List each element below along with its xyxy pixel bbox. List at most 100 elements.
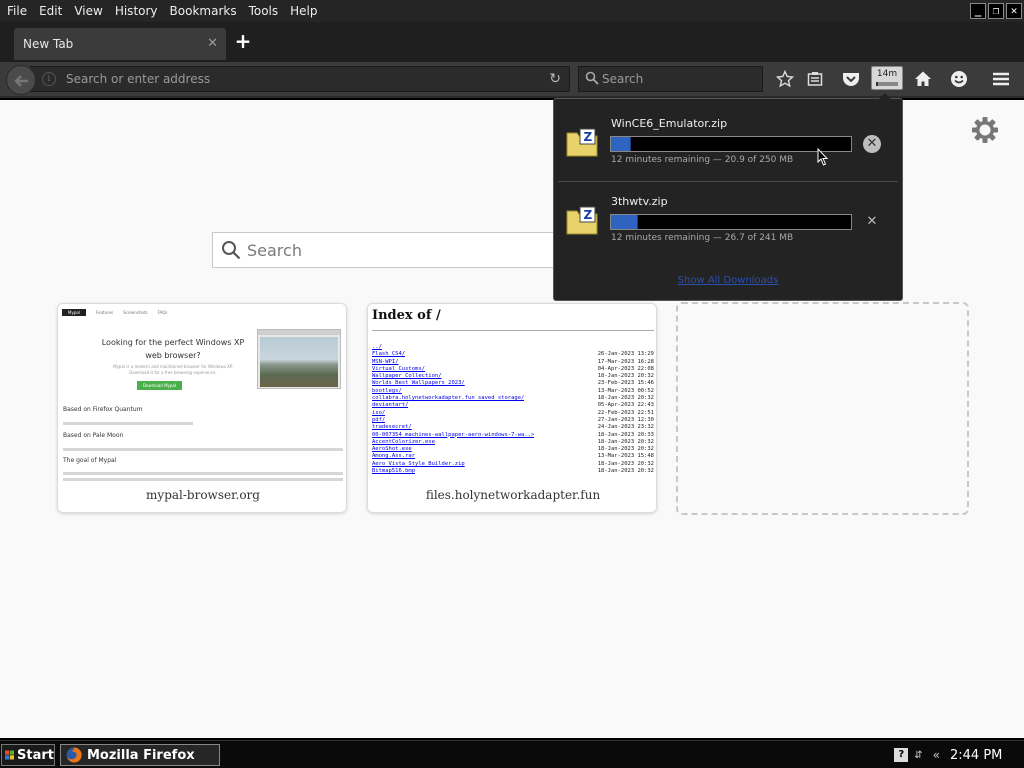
thumb-file-list: ../ Flash CS4/26-Jan-2023 13:29 MSN-WPI/1… xyxy=(372,344,654,475)
settings-gear-icon[interactable] xyxy=(970,115,1000,145)
thumb-nav: Mypal Features Screenshots FAQs xyxy=(62,308,344,317)
thumb-heading: The goal of Mypal xyxy=(63,457,117,464)
download-divider xyxy=(558,181,898,182)
download-item[interactable]: Z WinCE6_Emulator.zip 12 minutes remaini… xyxy=(554,109,902,181)
thumb-file-date: 05-Apr-2023 22:43 xyxy=(597,402,654,409)
bookmark-star-button[interactable] xyxy=(770,65,800,93)
download-filename: WinCE6_Emulator.zip xyxy=(611,117,728,130)
thumb-file-row: AccentColorizer.exe 18-Jan-2023 20:32 xyxy=(372,439,654,446)
thumb-file-date: 26-Jan-2023 13:29 xyxy=(597,351,654,358)
url-bar[interactable]: i ↻ xyxy=(30,66,570,92)
thumb-file-row: AeroShot.exe 18-Jan-2023 20:32 xyxy=(372,446,654,453)
cancel-download-icon[interactable]: ✕ xyxy=(863,213,881,231)
thumb-file-row: MSN-WPI/17-Mar-2023 16:28 xyxy=(372,359,654,366)
thumb-screenshot xyxy=(257,329,341,389)
download-item[interactable]: Z 3thwtv.zip 12 minutes remaining — 26.7… xyxy=(554,187,902,259)
menu-file[interactable]: File xyxy=(0,0,33,22)
empty-tile-placeholder xyxy=(676,302,969,515)
pocket-button[interactable] xyxy=(836,65,866,93)
thumb-file-date: 13-Mar-2023 00:52 xyxy=(597,387,654,394)
info-icon[interactable]: i xyxy=(42,72,56,86)
reload-icon[interactable]: ↻ xyxy=(549,71,561,87)
thumb-download-button: Download Mypal xyxy=(137,381,182,390)
tab-new-tab[interactable]: New Tab ✕ xyxy=(14,28,226,60)
thumb-file-link: tradesecret/ xyxy=(372,424,412,431)
menu-tools[interactable]: Tools xyxy=(243,0,285,22)
downloads-time-remaining: 14m xyxy=(876,69,898,79)
tab-label: New Tab xyxy=(23,37,74,51)
help-icon[interactable]: ? xyxy=(894,748,909,762)
thumb-file-date: 18-Jan-2023 20:33 xyxy=(597,431,654,438)
navigation-toolbar: i ↻ 14m xyxy=(0,62,1024,98)
thumb-file-row: Bitmap516.bmp 18-Jan-2023 20:32 xyxy=(372,468,654,475)
thumb-file-date: 18-Jan-2023 20:32 xyxy=(597,395,654,402)
thumb-file-link: pdf/ xyxy=(372,416,386,423)
top-site-tile[interactable]: Mypal Features Screenshots FAQs Looking … xyxy=(57,303,347,513)
taskbar-item-label: Mozilla Firefox xyxy=(87,747,195,763)
thumb-file-date: 18-Jan-2023 20:32 xyxy=(597,460,654,467)
download-progress-bar xyxy=(610,214,852,230)
clock[interactable]: 2:44 PM xyxy=(950,748,1024,763)
thumb-file-date: 27-Jan-2023 12:30 xyxy=(597,416,654,423)
back-button[interactable] xyxy=(6,65,36,95)
minimize-button[interactable]: _ xyxy=(970,3,986,19)
thumb-file-date: 22-Feb-2023 22:51 xyxy=(597,409,654,416)
windows-logo-icon xyxy=(5,750,15,760)
hamburger-menu-button[interactable] xyxy=(986,65,1016,93)
mouse-cursor-icon xyxy=(817,148,829,166)
thumb-index-title: Index of / xyxy=(372,308,441,323)
menu-help[interactable]: Help xyxy=(284,0,323,22)
window-controls: _ ❐ ✕ xyxy=(970,3,1022,19)
downloads-panel: Z WinCE6_Emulator.zip 12 minutes remaini… xyxy=(553,93,903,301)
bookmark-star-icon xyxy=(776,70,794,88)
search-bar[interactable] xyxy=(578,66,763,92)
cancel-download-icon[interactable]: ✕ xyxy=(863,135,881,153)
reading-list-button[interactable] xyxy=(800,65,830,93)
thumb-file-row: Flash CS4/26-Jan-2023 13:29 xyxy=(372,351,654,358)
search-icon xyxy=(585,71,599,85)
zip-folder-icon: Z xyxy=(566,128,598,157)
start-button[interactable]: Start xyxy=(1,744,55,766)
thumb-file-link: AeroShot.exe xyxy=(372,446,412,453)
thumb-file-date: 18-Jan-2023 20:32 xyxy=(597,446,654,453)
top-site-tile[interactable]: Index of / ../ Flash CS4/26-Jan-2023 13:… xyxy=(367,303,657,513)
url-input[interactable] xyxy=(66,67,536,91)
thumb-file-row: collabra.holynetworkadapter.fun saved st… xyxy=(372,395,654,402)
thumb-file-link: Aero Vista Style Builder.zip xyxy=(372,460,465,467)
menu-edit[interactable]: Edit xyxy=(33,0,68,22)
taskbar: Start Mozilla Firefox ? ⇵ « 2:44 PM xyxy=(0,740,1024,768)
thumb-file-link: 00-007354 machines-wallpaper-aero-window… xyxy=(372,431,535,438)
close-window-button[interactable]: ✕ xyxy=(1006,3,1022,19)
thumb-file-date: 17-Mar-2023 16:28 xyxy=(597,358,654,365)
start-label: Start xyxy=(17,747,54,763)
tile-title: files.holynetworkadapter.fun xyxy=(425,488,601,502)
download-status: 12 minutes remaining — 26.7 of 241 MB xyxy=(611,233,794,243)
home-button[interactable] xyxy=(908,65,938,93)
menu-bookmarks[interactable]: Bookmarks xyxy=(164,0,243,22)
thumb-heading: Based on Firefox Quantum xyxy=(63,406,143,413)
thumb-file-link: bootlegs/ xyxy=(372,387,402,394)
menu-history[interactable]: History xyxy=(109,0,164,22)
hamburger-menu-icon xyxy=(993,72,1009,86)
downloads-progress-fill xyxy=(876,82,878,86)
thumb-screenshot-bar xyxy=(258,330,340,335)
thumb-file-link: deviantart/ xyxy=(372,402,409,409)
tile-thumbnail: Mypal Features Screenshots FAQs Looking … xyxy=(58,304,346,484)
tab-close-icon[interactable]: ✕ xyxy=(207,36,218,51)
thumb-text-line xyxy=(63,422,193,425)
back-icon xyxy=(14,75,28,87)
tab-strip: New Tab ✕ + xyxy=(0,22,1024,62)
show-all-downloads-link[interactable]: Show All Downloads xyxy=(554,275,902,286)
tray-expand-icon[interactable]: « xyxy=(933,748,940,762)
menu-view[interactable]: View xyxy=(68,0,108,22)
taskbar-item-firefox[interactable]: Mozilla Firefox xyxy=(60,744,220,766)
thumb-file-row: Virtual Customs/04-Apr-2023 22:08 xyxy=(372,366,654,373)
thumb-file-link: Flash CS4/ xyxy=(372,351,406,358)
thumb-file-link: Virtual Customs/ xyxy=(372,365,425,372)
emoji-button[interactable] xyxy=(944,65,974,93)
restore-button[interactable]: ❐ xyxy=(988,3,1004,19)
new-tab-button[interactable]: + xyxy=(232,31,254,53)
search-input[interactable] xyxy=(602,67,757,91)
downloads-button[interactable]: 14m xyxy=(871,66,903,90)
network-icon[interactable]: ⇵ xyxy=(914,750,922,761)
